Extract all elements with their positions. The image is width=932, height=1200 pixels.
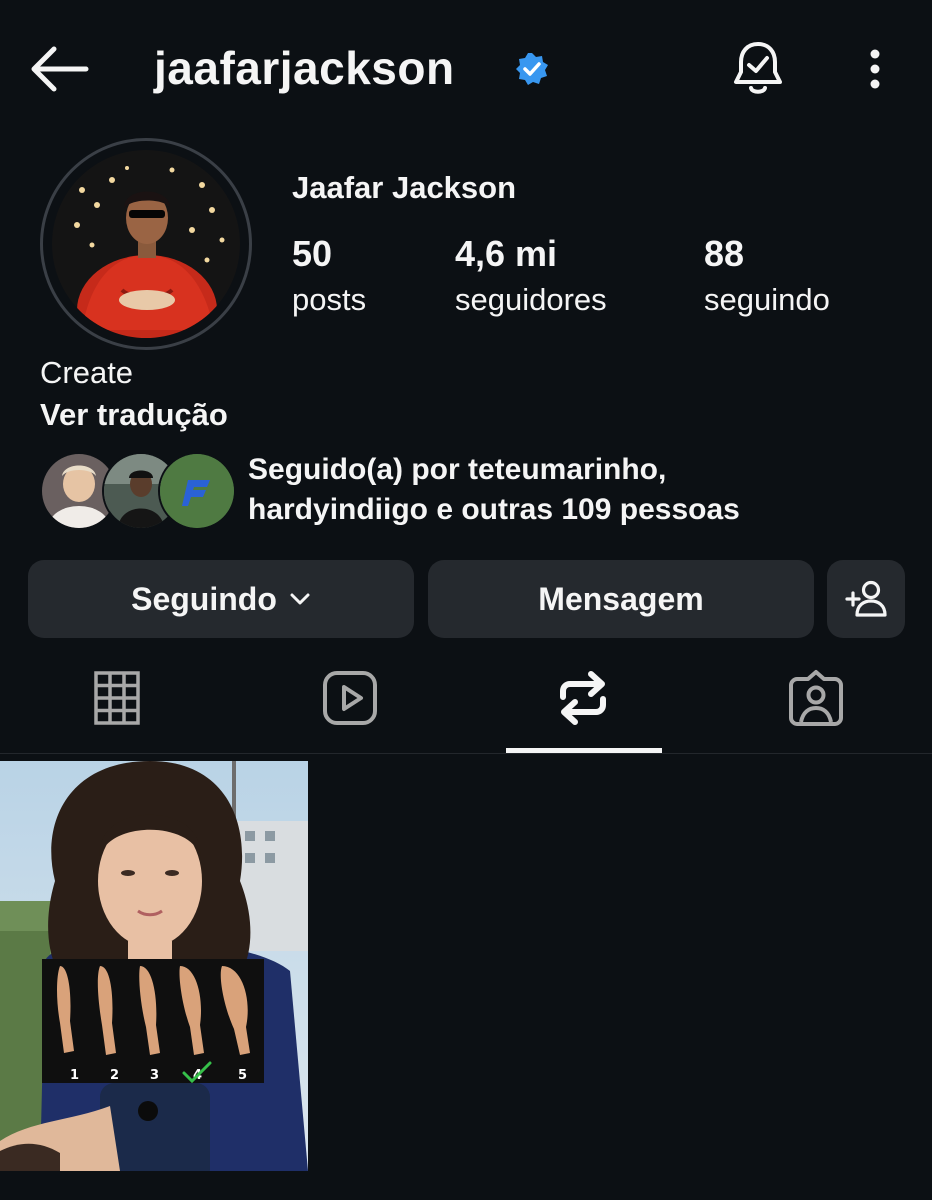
tab-tagged[interactable] [756, 662, 876, 734]
tagged-icon [789, 670, 843, 726]
tab-reposts[interactable] [523, 662, 643, 734]
reels-icon [323, 671, 377, 725]
post-thumbnail[interactable]: 123 45 [0, 761, 308, 1171]
posts-label[interactable]: posts [292, 280, 366, 320]
arrow-left-icon [31, 46, 89, 92]
message-button-label: Mensagem [538, 580, 704, 617]
svg-text:1: 1 [70, 1068, 79, 1083]
grid-icon [94, 671, 140, 725]
svg-text:2: 2 [110, 1068, 119, 1083]
back-button[interactable] [28, 44, 90, 94]
profile-full-name: Jaafar Jackson [292, 170, 517, 205]
profile-username: jaafarjackson [154, 42, 455, 94]
more-options-button[interactable] [858, 46, 892, 94]
mutual-followers-avatars[interactable] [40, 452, 236, 530]
followed-by-line-2: hardyindiigo e outras 109 pessoas [248, 493, 740, 526]
tab-posts-grid[interactable] [57, 662, 177, 734]
see-translation-link[interactable]: Ver tradução [40, 396, 228, 434]
profile-bio: Create [40, 355, 134, 390]
followers-count[interactable]: 4,6 mi [455, 232, 557, 276]
message-button[interactable]: Mensagem [428, 560, 814, 638]
mutual-avatar-3 [158, 452, 236, 530]
notifications-button[interactable] [730, 40, 786, 98]
following-count[interactable]: 88 [704, 232, 744, 276]
suggested-people-button[interactable] [827, 560, 905, 638]
tab-reels[interactable] [290, 662, 410, 734]
bell-check-icon [734, 42, 782, 94]
more-vertical-icon [870, 49, 880, 89]
svg-text:5: 5 [238, 1068, 247, 1083]
followed-by-line-1: Seguido(a) por teteumarinho, [248, 453, 667, 486]
reposts-icon [560, 671, 606, 725]
followers-label[interactable]: seguidores [455, 280, 607, 320]
tabs-divider [0, 753, 932, 754]
chevron-down-icon [290, 593, 310, 605]
person-add-icon [845, 580, 887, 617]
following-button[interactable]: Seguindo [28, 560, 414, 638]
verified-badge-icon [514, 51, 550, 87]
profile-avatar[interactable] [52, 150, 240, 338]
posts-count[interactable]: 50 [292, 232, 332, 276]
following-button-label: Seguindo [131, 580, 277, 617]
following-label[interactable]: seguindo [704, 280, 830, 320]
followed-by-text[interactable]: Seguido(a) por teteumarinho, hardyindiig… [248, 450, 848, 530]
svg-text:3: 3 [150, 1068, 159, 1083]
